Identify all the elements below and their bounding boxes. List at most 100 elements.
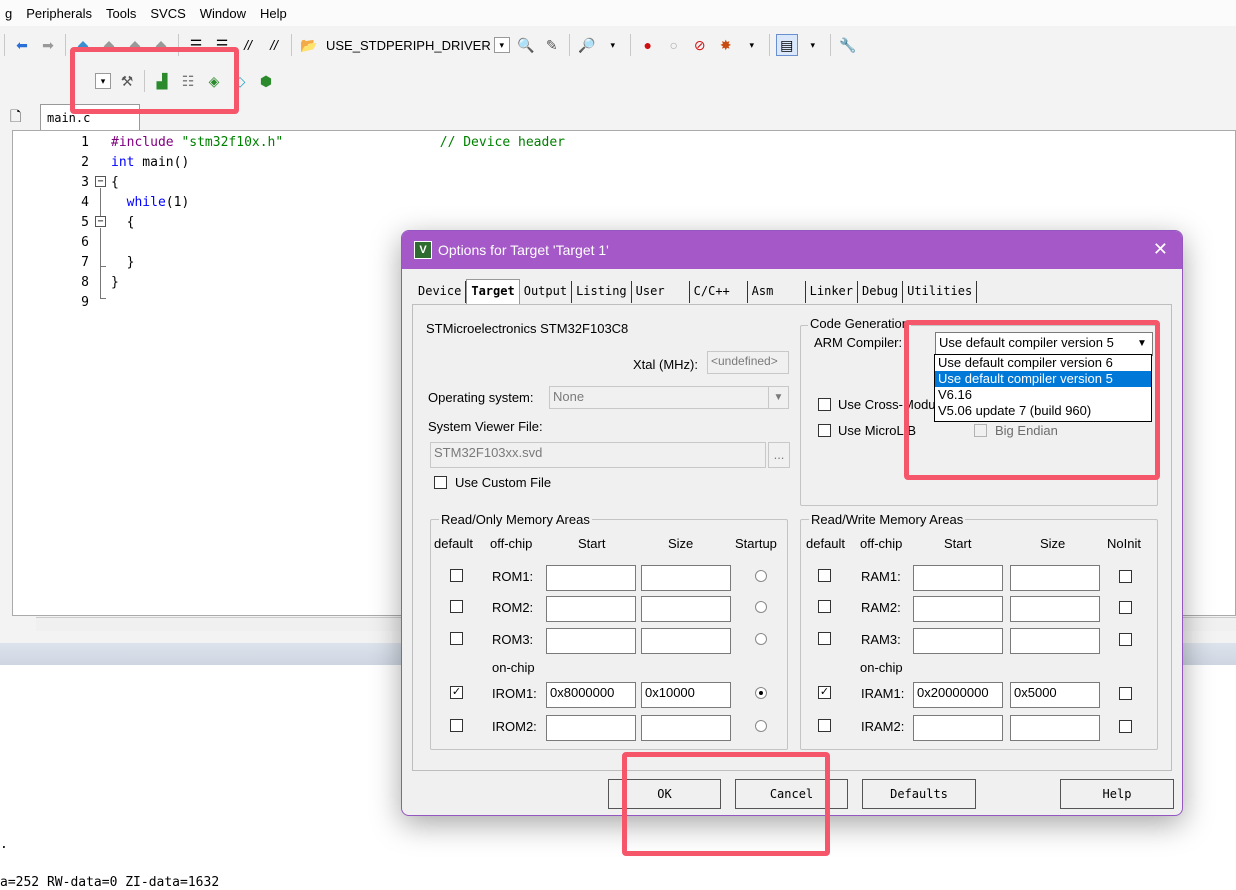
use-custom-file-checkbox[interactable]	[434, 476, 447, 489]
default-checkbox[interactable]	[450, 719, 463, 732]
tab-c-cpp[interactable]: C/C++	[690, 281, 748, 303]
memory-start-field[interactable]: 0x20000000	[913, 682, 1003, 708]
memory-start-field[interactable]	[546, 596, 636, 622]
tab-device[interactable]: Device	[414, 281, 467, 303]
memory-size-field[interactable]: 0x5000	[1010, 682, 1100, 708]
memory-size-field[interactable]	[1010, 596, 1100, 622]
memory-size-field[interactable]	[1010, 715, 1100, 741]
comment-icon[interactable]: //	[237, 34, 259, 56]
close-icon[interactable]: ✕	[1153, 239, 1168, 260]
memory-start-field[interactable]	[546, 628, 636, 654]
line-number: 4	[81, 195, 89, 210]
find-in-files-icon[interactable]: 📂	[298, 34, 320, 56]
startup-radio[interactable]	[755, 601, 767, 613]
noinit-checkbox[interactable]	[1119, 570, 1132, 583]
dialog-title-bar[interactable]: V Options for Target 'Target 1' ✕	[402, 231, 1182, 269]
line-number: 9	[81, 295, 89, 310]
tab-utilities[interactable]: Utilities	[903, 281, 978, 303]
noinit-checkbox[interactable]	[1119, 720, 1132, 733]
chevron-down-icon[interactable]: ▾	[741, 34, 763, 56]
incremental-find-icon[interactable]: 🔍	[515, 34, 537, 56]
tab-user[interactable]: User	[632, 281, 690, 303]
startup-radio[interactable]	[755, 687, 767, 699]
menu-peripherals[interactable]: Peripherals	[21, 6, 101, 21]
target-define-combo[interactable]: USE_STDPERIPH_DRIVER	[326, 38, 491, 53]
memory-size-field[interactable]	[1010, 565, 1100, 591]
os-select[interactable]: None ▼	[549, 386, 789, 409]
xtal-field[interactable]: <undefined>	[707, 351, 789, 374]
noinit-checkbox[interactable]	[1119, 687, 1132, 700]
fold-collapse-icon[interactable]: −	[95, 176, 106, 187]
breakpoint-clear-icon[interactable]: ⊘	[689, 34, 711, 56]
breakpoint-kill-icon[interactable]: ✸	[715, 34, 737, 56]
menu-help[interactable]: Help	[255, 6, 296, 21]
memory-start-field[interactable]	[546, 565, 636, 591]
rw-memory-title: Read/Write Memory Areas	[809, 512, 966, 527]
startup-radio[interactable]	[755, 570, 767, 582]
window-layout-icon[interactable]: ▤	[775, 34, 798, 56]
startup-radio[interactable]	[755, 633, 767, 645]
default-checkbox[interactable]	[450, 569, 463, 582]
default-checkbox[interactable]: ✓	[450, 686, 463, 699]
memory-size-field[interactable]	[641, 715, 731, 741]
tab-listing[interactable]: Listing	[572, 281, 632, 303]
startup-radio[interactable]	[755, 720, 767, 732]
rw-onchip-label: on-chip	[860, 660, 903, 675]
default-checkbox[interactable]	[818, 719, 831, 732]
cross-module-checkbox[interactable]	[818, 398, 831, 411]
tab-asm[interactable]: Asm	[748, 281, 806, 303]
memory-start-field[interactable]	[913, 596, 1003, 622]
debug-session-icon[interactable]: 🔎	[576, 34, 598, 56]
default-checkbox[interactable]	[818, 632, 831, 645]
menu-tools[interactable]: Tools	[101, 6, 145, 21]
rw-header-start: Start	[944, 536, 972, 551]
memory-size-field[interactable]	[1010, 628, 1100, 654]
chevron-down-icon[interactable]: ▾	[602, 34, 624, 56]
nav-back-icon[interactable]: ⬅	[11, 34, 33, 56]
memory-size-field[interactable]	[641, 565, 731, 591]
memory-start-field[interactable]	[913, 715, 1003, 741]
tab-linker[interactable]: Linker	[806, 281, 859, 303]
default-checkbox[interactable]	[818, 600, 831, 613]
memory-start-field[interactable]: 0x8000000	[546, 682, 636, 708]
memory-size-field[interactable]	[641, 596, 731, 622]
chevron-down-icon[interactable]: ▾	[493, 37, 510, 53]
default-checkbox[interactable]	[818, 569, 831, 582]
uncomment-icon[interactable]: //	[263, 34, 285, 56]
code-token: "stm32f10x.h"	[181, 135, 284, 150]
defaults-button[interactable]: Defaults	[862, 779, 976, 809]
memory-start-field[interactable]	[913, 628, 1003, 654]
svd-browse-button[interactable]: ...	[768, 442, 790, 468]
code-token: }	[111, 255, 135, 270]
breakpoint-disable-icon[interactable]: ○	[663, 34, 685, 56]
memory-start-field[interactable]	[546, 715, 636, 741]
memory-size-field[interactable]: 0x10000	[641, 682, 731, 708]
memory-size-field[interactable]	[641, 628, 731, 654]
microlib-checkbox[interactable]	[818, 424, 831, 437]
chevron-down-icon[interactable]: ▼	[768, 387, 788, 408]
default-checkbox[interactable]: ✓	[818, 686, 831, 699]
default-checkbox[interactable]	[450, 632, 463, 645]
chevron-down-icon[interactable]: ▾	[802, 34, 824, 56]
nav-forward-icon[interactable]: ➡	[37, 34, 59, 56]
rw-header-default: default	[806, 536, 846, 551]
fold-collapse-icon[interactable]: −	[95, 216, 106, 227]
noinit-checkbox[interactable]	[1119, 633, 1132, 646]
svd-field[interactable]: STM32F103xx.svd	[430, 442, 766, 468]
memory-row-label: RAM3:	[861, 632, 901, 647]
use-custom-file-label: Use Custom File	[455, 475, 552, 490]
pack-installer-icon[interactable]: ⬢	[255, 70, 277, 92]
menu-window[interactable]: Window	[195, 6, 255, 21]
memory-start-field[interactable]	[913, 565, 1003, 591]
tab-output[interactable]: Output	[520, 281, 573, 303]
breakpoint-icon[interactable]: ●	[637, 34, 659, 56]
config-wizard-icon[interactable]: ✎	[541, 34, 563, 56]
menu-debug[interactable]: g	[0, 6, 21, 21]
default-checkbox[interactable]	[450, 600, 463, 613]
menu-svcs[interactable]: SVCS	[145, 6, 194, 21]
noinit-checkbox[interactable]	[1119, 601, 1132, 614]
wrench-icon[interactable]: 🔧	[837, 34, 859, 56]
tab-debug[interactable]: Debug	[858, 281, 904, 303]
tab-target[interactable]: Target	[466, 279, 520, 305]
help-button[interactable]: Help	[1060, 779, 1174, 809]
